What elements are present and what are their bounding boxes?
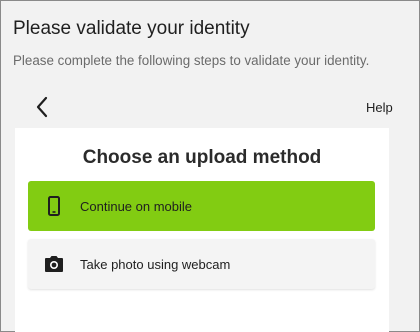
camera-icon [42,252,66,276]
chevron-left-icon [36,96,48,118]
back-button[interactable] [31,93,53,121]
page-title: Please validate your identity [13,18,250,39]
help-link[interactable]: Help [366,100,393,115]
mobile-phone-icon [42,194,66,218]
upload-method-heading: Choose an upload method [82,147,322,168]
page-subtitle: Please complete the following steps to v… [13,53,370,68]
continue-on-mobile-label: Continue on mobile [80,198,193,214]
identity-validation-window: Please validate your identity Please com… [0,0,420,332]
upload-method-card: Choose an upload method Continue on mobi… [15,128,389,332]
continue-on-mobile-button[interactable]: Continue on mobile [28,181,375,231]
take-photo-webcam-button[interactable]: Take photo using webcam [28,239,375,289]
take-photo-webcam-label: Take photo using webcam [80,256,231,272]
